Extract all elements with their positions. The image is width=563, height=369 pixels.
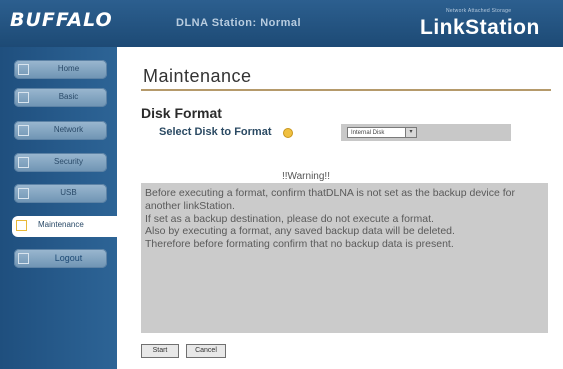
sidebar-item-label: Home	[57, 64, 80, 73]
nav-square-icon	[18, 92, 29, 103]
sidebar-item-label: Security	[54, 157, 83, 166]
nav-square-icon	[18, 188, 29, 199]
sidebar-item-security[interactable]: Security	[14, 153, 107, 172]
help-icon[interactable]	[283, 128, 293, 138]
nav-square-icon	[18, 125, 29, 136]
sidebar-item-label: Logout	[54, 253, 83, 263]
sidebar-item-home[interactable]: Home	[14, 60, 107, 79]
title-divider	[141, 89, 551, 91]
select-disk-label: Select Disk to Format	[159, 126, 272, 138]
sidebar-item-maintenance[interactable]: Maintenance	[12, 216, 117, 237]
warning-box: Before executing a format, confirm thatD…	[141, 183, 548, 333]
buffalo-logo: BUFFALO	[10, 9, 113, 31]
chevron-down-icon[interactable]: ▾	[405, 128, 416, 137]
sidebar: Home Basic Network Security USB Maintena…	[0, 47, 117, 369]
nav-square-icon	[18, 157, 29, 168]
header-bar: BUFFALO DLNA Station: Normal Network Att…	[0, 0, 563, 47]
cancel-button[interactable]: Cancel	[186, 344, 226, 358]
start-button[interactable]: Start	[141, 344, 179, 358]
sidebar-item-usb[interactable]: USB	[14, 184, 107, 203]
warning-title: !!Warning!!	[282, 171, 330, 182]
main-content: Maintenance Disk Format Select Disk to F…	[117, 47, 563, 369]
nav-square-icon	[18, 64, 29, 75]
sidebar-item-label: Basic	[58, 92, 79, 101]
linkstation-logo: LinkStation	[420, 16, 540, 39]
sidebar-item-logout[interactable]: Logout	[14, 249, 107, 268]
dlna-status: DLNA Station: Normal	[176, 17, 302, 29]
sidebar-item-label: Network	[53, 125, 84, 134]
sidebar-item-network[interactable]: Network	[14, 121, 107, 140]
disk-select[interactable]: Internal Disk ▾	[347, 127, 417, 138]
section-title: Disk Format	[141, 105, 222, 121]
disk-select-value: Internal Disk	[351, 130, 385, 136]
warning-text: Before executing a format, confirm thatD…	[145, 187, 516, 251]
nav-square-icon	[16, 220, 27, 231]
page-title: Maintenance	[143, 66, 252, 86]
nav-square-icon	[18, 253, 29, 264]
sidebar-item-label: USB	[60, 188, 77, 197]
brand-tagline: Network Attached Storage	[446, 8, 512, 14]
sidebar-item-basic[interactable]: Basic	[14, 88, 107, 107]
sidebar-item-label: Maintenance	[38, 220, 84, 229]
